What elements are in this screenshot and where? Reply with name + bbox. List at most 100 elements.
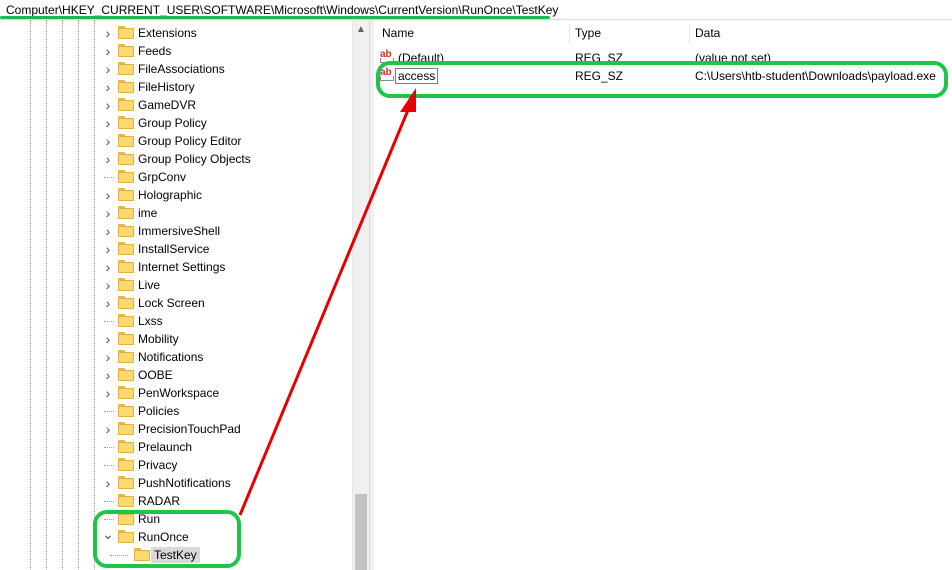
chevron-right-icon[interactable]: › bbox=[102, 260, 114, 274]
tree-item-privacy[interactable]: Privacy bbox=[0, 456, 352, 474]
tree-item-label: Lock Screen bbox=[138, 296, 205, 310]
folder-icon bbox=[118, 476, 134, 489]
folder-icon bbox=[118, 116, 134, 129]
tree-item-gamedvr[interactable]: › GameDVR bbox=[0, 96, 352, 114]
column-header-name[interactable]: Name bbox=[382, 26, 414, 40]
chevron-right-icon[interactable]: › bbox=[102, 206, 114, 220]
tree-item-testkey[interactable]: TestKey bbox=[0, 546, 352, 564]
folder-icon bbox=[118, 44, 134, 57]
tree-item-holographic[interactable]: › Holographic bbox=[0, 186, 352, 204]
tree-item-label: Mobility bbox=[138, 332, 179, 346]
folder-icon bbox=[118, 98, 134, 111]
tree-item-penworkspace[interactable]: › PenWorkspace bbox=[0, 384, 352, 402]
tree-item-run[interactable]: Run bbox=[0, 510, 352, 528]
tree-item-extensions[interactable]: › Extensions bbox=[0, 24, 352, 42]
tree-item-group-policy-editor[interactable]: › Group Policy Editor bbox=[0, 132, 352, 150]
values-list[interactable]: Name Type Data ab (Default) REG_SZ (valu… bbox=[374, 20, 952, 570]
tree-item-lxss[interactable]: Lxss bbox=[0, 312, 352, 330]
address-highlight-underline bbox=[0, 16, 550, 19]
tree-item-label: Run bbox=[138, 512, 161, 526]
address-path[interactable]: Computer\HKEY_CURRENT_USER\SOFTWARE\Micr… bbox=[6, 3, 558, 17]
value-row[interactable]: ab access REG_SZ C:\Users\htb-student\Do… bbox=[374, 66, 952, 86]
chevron-right-icon[interactable]: › bbox=[102, 350, 114, 364]
address-bar[interactable]: Computer\HKEY_CURRENT_USER\SOFTWARE\Micr… bbox=[0, 0, 952, 20]
chevron-right-icon[interactable]: › bbox=[102, 296, 114, 310]
tree-connector bbox=[104, 447, 114, 448]
chevron-right-icon[interactable]: › bbox=[102, 98, 114, 112]
scroll-thumb[interactable] bbox=[355, 494, 367, 570]
tree-item-oobe[interactable]: › OOBE bbox=[0, 366, 352, 384]
chevron-right-icon[interactable]: › bbox=[102, 278, 114, 292]
tree-item-group-policy-objects[interactable]: › Group Policy Objects bbox=[0, 150, 352, 168]
column-header-type[interactable]: Type bbox=[575, 26, 601, 40]
tree-scrollbar[interactable]: ▲ bbox=[352, 20, 369, 570]
column-header-data[interactable]: Data bbox=[695, 26, 720, 40]
tree-item-feeds[interactable]: › Feeds bbox=[0, 42, 352, 60]
tree-item-label: ime bbox=[138, 206, 158, 220]
scroll-up-arrow-icon[interactable]: ▲ bbox=[353, 24, 369, 35]
tree-item-label: GameDVR bbox=[138, 98, 197, 112]
tree-item-label: Extensions bbox=[138, 26, 197, 40]
chevron-right-icon[interactable]: › bbox=[102, 134, 114, 148]
tree-item-label: Live bbox=[138, 278, 161, 292]
folder-icon bbox=[118, 458, 134, 471]
chevron-right-icon[interactable]: › bbox=[102, 476, 114, 490]
tree-item-internet-settings[interactable]: › Internet Settings bbox=[0, 258, 352, 276]
chevron-right-icon[interactable]: › bbox=[102, 80, 114, 94]
tree-item-radar[interactable]: RADAR bbox=[0, 492, 352, 510]
chevron-right-icon[interactable]: › bbox=[102, 44, 114, 58]
chevron-right-icon[interactable]: › bbox=[102, 62, 114, 76]
registry-tree[interactable]: › Extensions › Feeds › FileAssociations › FileH… bbox=[0, 20, 370, 570]
chevron-right-icon[interactable]: › bbox=[102, 386, 114, 400]
value-data: (value not set) bbox=[695, 51, 772, 65]
chevron-down-icon[interactable]: ⌄ bbox=[102, 527, 114, 544]
tree-item-mobility[interactable]: › Mobility bbox=[0, 330, 352, 348]
tree-item-filehistory[interactable]: › FileHistory bbox=[0, 78, 352, 96]
chevron-right-icon[interactable]: › bbox=[102, 224, 114, 238]
tree-item-prelaunch[interactable]: Prelaunch bbox=[0, 438, 352, 456]
column-separator[interactable] bbox=[569, 24, 570, 44]
chevron-right-icon[interactable]: › bbox=[102, 422, 114, 436]
tree-item-notifications[interactable]: › Notifications bbox=[0, 348, 352, 366]
tree-item-group-policy[interactable]: › Group Policy bbox=[0, 114, 352, 132]
folder-icon bbox=[118, 512, 134, 525]
tree-item-policies[interactable]: Policies bbox=[0, 402, 352, 420]
folder-icon bbox=[118, 368, 134, 381]
chevron-right-icon[interactable]: › bbox=[102, 332, 114, 346]
tree-item-ime[interactable]: › ime bbox=[0, 204, 352, 222]
tree-item-label: InstallService bbox=[138, 242, 210, 256]
chevron-right-icon[interactable]: › bbox=[102, 188, 114, 202]
column-separator[interactable] bbox=[689, 24, 690, 44]
tree-item-label: GrpConv bbox=[138, 170, 187, 184]
chevron-right-icon[interactable]: › bbox=[102, 152, 114, 166]
chevron-right-icon[interactable]: › bbox=[102, 116, 114, 130]
tree-item-label: Prelaunch bbox=[138, 440, 193, 454]
value-row[interactable]: ab (Default) REG_SZ (value not set) bbox=[374, 48, 952, 68]
tree-item-installservice[interactable]: › InstallService bbox=[0, 240, 352, 258]
tree-item-live[interactable]: › Live bbox=[0, 276, 352, 294]
folder-icon bbox=[118, 350, 134, 363]
tree-item-pushnotifications[interactable]: › PushNotifications bbox=[0, 474, 352, 492]
tree-item-fileassociations[interactable]: › FileAssociations bbox=[0, 60, 352, 78]
tree-item-label: FileHistory bbox=[138, 80, 195, 94]
tree-item-precisiontouchpad[interactable]: › PrecisionTouchPad bbox=[0, 420, 352, 438]
chevron-right-icon[interactable]: › bbox=[102, 242, 114, 256]
tree-item-label: Policies bbox=[138, 404, 180, 418]
tree-item-label: Holographic bbox=[138, 188, 203, 202]
folder-icon bbox=[118, 206, 134, 219]
ab-icon: ab bbox=[380, 50, 396, 64]
folder-icon bbox=[118, 278, 134, 291]
tree-item-label: OOBE bbox=[138, 368, 173, 382]
chevron-right-icon[interactable]: › bbox=[102, 26, 114, 40]
tree-item-label: Lxss bbox=[138, 314, 163, 328]
tree-item-lock-screen[interactable]: › Lock Screen bbox=[0, 294, 352, 312]
folder-icon bbox=[118, 296, 134, 309]
tree-item-label: FileAssociations bbox=[138, 62, 225, 76]
chevron-right-icon[interactable]: › bbox=[102, 368, 114, 382]
tree-item-grpconv[interactable]: GrpConv bbox=[0, 168, 352, 186]
tree-item-label: PenWorkspace bbox=[138, 386, 220, 400]
value-name-edit-field[interactable]: access bbox=[395, 68, 439, 84]
folder-icon bbox=[118, 242, 134, 255]
tree-item-runonce[interactable]: ⌄ RunOnce bbox=[0, 527, 352, 546]
tree-item-immersiveshell[interactable]: › ImmersiveShell bbox=[0, 222, 352, 240]
